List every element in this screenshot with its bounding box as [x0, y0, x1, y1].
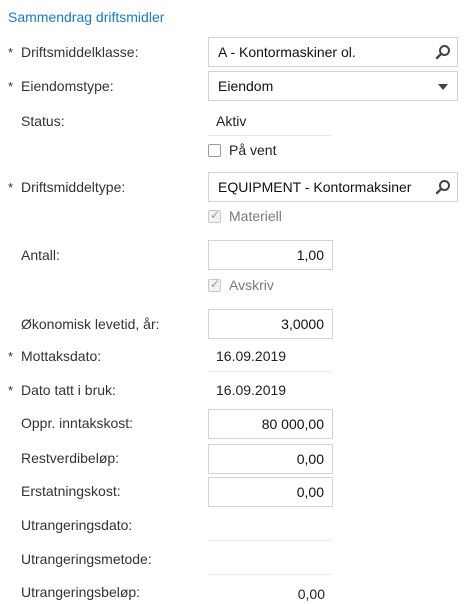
tangible-checkbox[interactable]: ✓	[208, 208, 221, 223]
checkmark-icon: ✓	[210, 208, 221, 222]
useful-life-value: 3,0000	[281, 316, 324, 332]
required-marker: *	[8, 79, 14, 94]
tangible-label: Materiell	[229, 208, 282, 224]
replacement-cost-label: Erstatningskost:	[21, 483, 121, 499]
receipt-date-label: Mottaksdato:	[21, 348, 102, 364]
row-salvage-amount: Restverdibeløp: 0,00	[0, 444, 466, 476]
asset-type-value: EQUIPMENT - Kontormaksiner	[218, 179, 412, 195]
row-orig-acq-cost: Oppr. inntakskost: 80 000,00	[0, 409, 466, 441]
asset-type-input[interactable]: EQUIPMENT - Kontormaksiner	[208, 172, 458, 202]
search-icon[interactable]	[435, 44, 451, 60]
row-disposal-amount: Utrangeringsbeløp: 0,00	[0, 580, 466, 604]
orig-acq-cost-value: 80 000,00	[261, 416, 324, 432]
quantity-value: 1,00	[296, 247, 324, 263]
divider	[208, 135, 332, 136]
useful-life-label: Økonomisk levetid, år:	[21, 316, 160, 332]
required-marker: *	[8, 383, 14, 398]
divider	[208, 371, 332, 372]
row-property-type: * Eiendomstype: Eiendom	[0, 71, 466, 103]
row-status: Status: Aktiv	[0, 106, 466, 136]
property-type-select[interactable]: Eiendom	[208, 71, 458, 101]
row-replacement-cost: Erstatningskost: 0,00	[0, 477, 466, 509]
disposal-method-label: Utrangeringsmetode:	[21, 551, 152, 567]
required-marker: *	[8, 180, 14, 195]
property-type-value: Eiendom	[218, 78, 274, 94]
replacement-cost-input[interactable]: 0,00	[208, 477, 333, 507]
placed-in-service-label: Dato tatt i bruk:	[21, 382, 116, 398]
caret-down-icon[interactable]	[435, 79, 451, 95]
required-marker: *	[8, 349, 14, 364]
useful-life-input[interactable]: 3,0000	[208, 309, 333, 339]
row-disposal-date: Utrangeringsdato:	[0, 512, 466, 544]
receipt-date-value[interactable]: 16.09.2019	[216, 348, 286, 364]
asset-type-label: Driftsmiddeltype:	[21, 179, 126, 195]
row-asset-type: * Driftsmiddeltype: EQUIPMENT - Kontorma…	[0, 172, 466, 204]
asset-class-input[interactable]: A - Kontormaskiner ol.	[208, 37, 458, 67]
quantity-label: Antall:	[21, 247, 60, 263]
row-useful-life: Økonomisk levetid, år: 3,0000	[0, 309, 466, 341]
row-asset-class: * Driftsmiddelklasse: A - Kontormaskiner…	[0, 37, 466, 69]
status-value: Aktiv	[216, 113, 247, 129]
status-label: Status:	[21, 113, 65, 129]
on-hold-checkbox[interactable]	[208, 144, 221, 157]
property-type-label: Eiendomstype:	[21, 78, 114, 94]
orig-acq-cost-input[interactable]: 80 000,00	[208, 409, 333, 439]
on-hold-label: På vent	[229, 142, 277, 158]
row-quantity: Antall: 1,00	[0, 240, 466, 272]
depreciate-checkbox[interactable]: ✓	[208, 277, 221, 292]
depreciate-label: Avskriv	[229, 277, 274, 293]
replacement-cost-value: 0,00	[296, 484, 324, 500]
checkmark-icon: ✓	[210, 277, 221, 291]
quantity-input[interactable]: 1,00	[208, 240, 333, 270]
placed-in-service-value[interactable]: 16.09.2019	[216, 382, 286, 398]
row-placed-in-service: * Dato tatt i bruk: 16.09.2019	[0, 376, 466, 408]
divider	[208, 574, 332, 575]
salvage-amount-label: Restverdibeløp:	[21, 450, 120, 466]
required-marker: *	[8, 45, 14, 60]
disposal-amount-value: 0,00	[297, 586, 325, 602]
disposal-amount-label: Utrangeringsbeløp:	[21, 584, 141, 600]
disposal-date-label: Utrangeringsdato:	[21, 517, 133, 533]
row-disposal-method: Utrangeringsmetode:	[0, 546, 466, 578]
search-icon[interactable]	[435, 179, 451, 195]
divider	[208, 540, 332, 541]
salvage-amount-input[interactable]: 0,00	[208, 444, 333, 474]
salvage-amount-value: 0,00	[296, 451, 324, 467]
orig-acq-cost-label: Oppr. inntakskost:	[21, 415, 134, 431]
asset-class-value: A - Kontormaskiner ol.	[218, 44, 356, 60]
row-receipt-date: * Mottaksdato: 16.09.2019	[0, 342, 466, 374]
section-title: Sammendrag driftsmidler	[8, 9, 165, 25]
asset-class-label: Driftsmiddelklasse:	[21, 44, 139, 60]
